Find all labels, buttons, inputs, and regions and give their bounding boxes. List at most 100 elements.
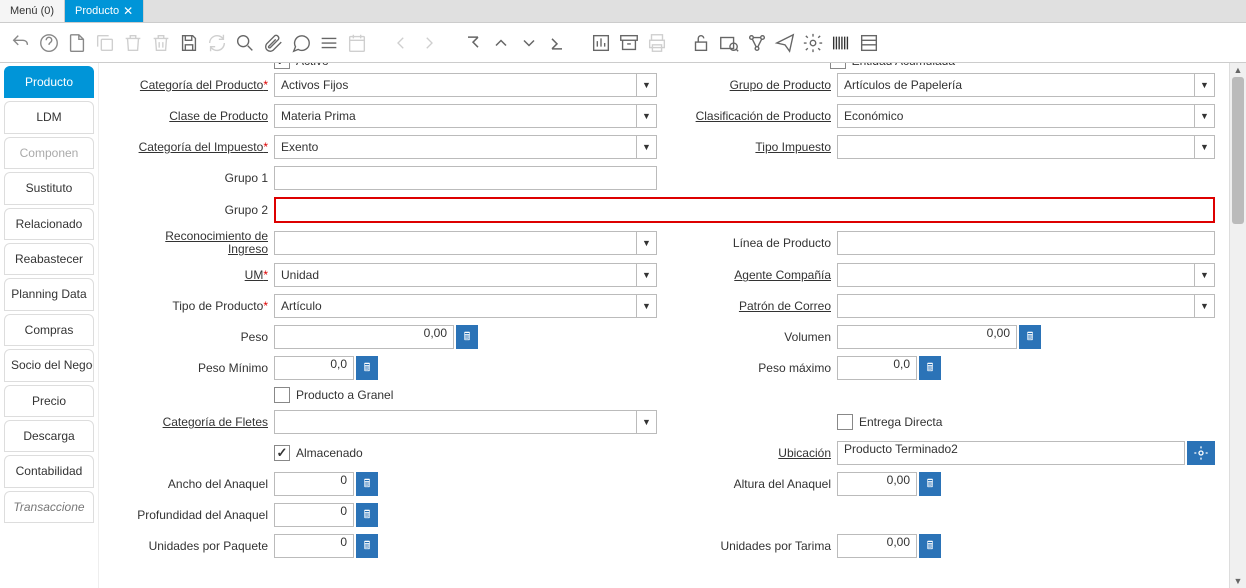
checkbox-entidad[interactable] (830, 63, 846, 69)
grid-icon[interactable] (318, 32, 340, 54)
checkbox-activo[interactable] (274, 63, 290, 69)
sidebar-item-producto[interactable]: Producto (4, 66, 94, 98)
input-altura[interactable]: 0,00 (837, 472, 917, 496)
nav-fwd-icon[interactable] (418, 32, 440, 54)
input-volumen[interactable]: 0,00 (837, 325, 1017, 349)
chevron-down-icon[interactable]: ▼ (1194, 264, 1214, 286)
sidebar-item-contabilidad[interactable]: Contabilidad (4, 455, 94, 487)
nav-back-icon[interactable] (390, 32, 412, 54)
select-um[interactable]: Unidad▼ (274, 263, 657, 287)
scroll-up-icon[interactable]: ▲ (1230, 63, 1246, 77)
chevron-down-icon[interactable]: ▼ (636, 411, 656, 433)
prev-icon[interactable] (490, 32, 512, 54)
select-reconocimiento[interactable]: ▼ (274, 231, 657, 255)
calculator-icon[interactable]: 🖩 (919, 472, 941, 496)
lock-icon[interactable] (690, 32, 712, 54)
last-icon[interactable] (546, 32, 568, 54)
sidebar-item-reabastecer[interactable]: Reabastecer (4, 243, 94, 275)
first-icon[interactable] (462, 32, 484, 54)
calculator-icon[interactable]: 🖩 (356, 356, 378, 380)
chevron-down-icon[interactable]: ▼ (1194, 74, 1214, 96)
input-grupo2[interactable] (274, 197, 1215, 223)
calculator-icon[interactable]: 🖩 (356, 534, 378, 558)
copy-icon[interactable] (94, 32, 116, 54)
calculator-icon[interactable]: 🖩 (356, 472, 378, 496)
vertical-scrollbar[interactable]: ▲ ▼ (1229, 63, 1246, 588)
print-icon[interactable] (646, 32, 668, 54)
select-agente[interactable]: ▼ (837, 263, 1215, 287)
select-cat-fletes[interactable]: ▼ (274, 410, 657, 434)
tab-menu[interactable]: Menú (0) (0, 0, 65, 22)
gear-icon[interactable] (802, 32, 824, 54)
input-peso-max[interactable]: 0,0 (837, 356, 917, 380)
chevron-down-icon[interactable]: ▼ (636, 74, 656, 96)
sidebar-item-planning[interactable]: Planning Data (4, 278, 94, 310)
input-uni-paquete[interactable]: 0 (274, 534, 354, 558)
sidebar-item-transacciones[interactable]: Transaccione (4, 491, 94, 523)
delete2-icon[interactable] (150, 32, 172, 54)
search-icon[interactable] (234, 32, 256, 54)
new-icon[interactable] (66, 32, 88, 54)
calculator-icon[interactable]: 🖩 (356, 503, 378, 527)
close-icon[interactable]: ✕ (123, 4, 133, 18)
refresh-icon[interactable] (206, 32, 228, 54)
calculator-icon[interactable]: 🖩 (919, 356, 941, 380)
chevron-down-icon[interactable]: ▼ (1194, 105, 1214, 127)
sidebar-item-ldm[interactable]: LDM (4, 101, 94, 133)
calculator-icon[interactable]: 🖩 (919, 534, 941, 558)
select-clasif-producto[interactable]: Económico▼ (837, 104, 1215, 128)
select-clase-producto[interactable]: Materia Prima▼ (274, 104, 657, 128)
sidebar-item-descarga[interactable]: Descarga (4, 420, 94, 452)
calculator-icon[interactable]: 🖩 (456, 325, 478, 349)
form-icon[interactable] (858, 32, 880, 54)
input-peso-min[interactable]: 0,0 (274, 356, 354, 380)
scroll-thumb[interactable] (1232, 77, 1244, 224)
save-icon[interactable] (178, 32, 200, 54)
chevron-down-icon[interactable]: ▼ (636, 136, 656, 158)
next-icon[interactable] (518, 32, 540, 54)
sidebar-item-socio[interactable]: Socio del Negocio (4, 349, 94, 381)
delete-icon[interactable] (122, 32, 144, 54)
input-peso[interactable]: 0,00 (274, 325, 454, 349)
attachment-icon[interactable] (262, 32, 284, 54)
chevron-down-icon[interactable]: ▼ (636, 105, 656, 127)
checkbox-granel[interactable] (274, 387, 290, 403)
report-icon[interactable] (590, 32, 612, 54)
help-icon[interactable] (38, 32, 60, 54)
select-tipo-impuesto[interactable]: ▼ (837, 135, 1215, 159)
scroll-down-icon[interactable]: ▼ (1230, 574, 1246, 588)
zoom-icon[interactable] (718, 32, 740, 54)
chevron-down-icon[interactable]: ▼ (1194, 136, 1214, 158)
calendar-icon[interactable] (346, 32, 368, 54)
sidebar-item-relacionado[interactable]: Relacionado (4, 208, 94, 240)
select-tipo-producto[interactable]: Artículo▼ (274, 294, 657, 318)
tab-producto[interactable]: Producto ✕ (65, 0, 144, 22)
chevron-down-icon[interactable]: ▼ (636, 264, 656, 286)
undo-icon[interactable] (10, 32, 32, 54)
barcode-icon[interactable] (830, 32, 852, 54)
select-categoria-impuesto[interactable]: Exento▼ (274, 135, 657, 159)
select-patron[interactable]: ▼ (837, 294, 1215, 318)
input-profundidad[interactable]: 0 (274, 503, 354, 527)
checkbox-entrega[interactable] (837, 414, 853, 430)
select-categoria-producto[interactable]: Activos Fijos▼ (274, 73, 657, 97)
sidebar-item-componentes[interactable]: Componen (4, 137, 94, 169)
chevron-down-icon[interactable]: ▼ (636, 295, 656, 317)
archive-icon[interactable] (618, 32, 640, 54)
workflow-icon[interactable] (746, 32, 768, 54)
input-grupo1[interactable] (274, 166, 657, 190)
chevron-down-icon[interactable]: ▼ (1194, 295, 1214, 317)
chevron-down-icon[interactable]: ▼ (636, 232, 656, 254)
send-icon[interactable] (774, 32, 796, 54)
locate-icon[interactable] (1187, 441, 1215, 465)
sidebar-item-sustituto[interactable]: Sustituto (4, 172, 94, 204)
select-grupo-producto[interactable]: Artículos de Papelería▼ (837, 73, 1215, 97)
input-linea[interactable] (837, 231, 1215, 255)
checkbox-almacenado[interactable] (274, 445, 290, 461)
calculator-icon[interactable]: 🖩 (1019, 325, 1041, 349)
input-uni-tarima[interactable]: 0,00 (837, 534, 917, 558)
sidebar-item-precio[interactable]: Precio (4, 385, 94, 417)
sidebar-item-compras[interactable]: Compras (4, 314, 94, 346)
chat-icon[interactable] (290, 32, 312, 54)
input-ubicacion[interactable]: Producto Terminado2 (837, 441, 1185, 465)
